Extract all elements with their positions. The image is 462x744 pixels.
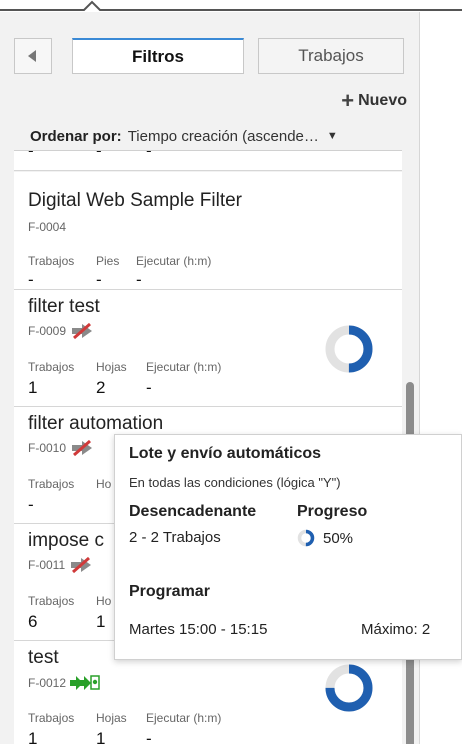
new-filter-label: Nuevo [358, 92, 407, 109]
list-item[interactable]: - - - [14, 150, 402, 171]
automation-popup: Lote y envío automáticos En todas las co… [114, 434, 462, 660]
tab-jobs[interactable]: Trabajos [258, 38, 404, 74]
tab-bar: Filtros Trabajos [14, 38, 404, 74]
popup-subtitle: En todas las condiciones (lógica "Y") [129, 475, 341, 490]
sheets-value: - [96, 150, 102, 160]
runtime-label: Ejecutar (h:m) [146, 360, 222, 374]
filter-id-text: F-0004 [28, 220, 67, 234]
sheets-value: 1 [96, 612, 106, 631]
jobs-label: Trabajos [28, 711, 75, 725]
progress-readout: 50% [297, 529, 353, 547]
jobs-value: - [28, 495, 34, 514]
max-value: Máximo: 2 [361, 621, 431, 638]
back-button[interactable] [14, 38, 52, 74]
chevron-left-icon [28, 50, 36, 62]
jobs-label: Trabajos [28, 254, 75, 268]
trigger-label: Desencadenante [129, 503, 257, 520]
jobs-value: - [28, 150, 34, 160]
filter-id: F-0009 [28, 322, 96, 340]
filter-id: F-0004 [28, 220, 66, 234]
sort-dropdown[interactable]: Ordenar por: Tiempo creación (ascende… ▼ [30, 124, 402, 148]
automation-disabled-icon [72, 439, 93, 457]
progress-donut [325, 664, 373, 712]
progress-value: 50% [323, 529, 354, 547]
progress-mini-donut [297, 529, 315, 547]
jobs-label: Trabajos [28, 360, 75, 374]
progress-donut [325, 325, 373, 373]
top-separator [0, 0, 462, 12]
automation-disabled-icon [71, 556, 92, 574]
list-item[interactable]: filter test F-0009 Trabajos Hojas Ejecut… [14, 290, 402, 407]
filter-id-text: F-0012 [28, 676, 67, 690]
sort-label: Ordenar por: [30, 127, 122, 145]
tab-filters[interactable]: Filtros [72, 38, 244, 74]
plus-icon: + [341, 88, 355, 113]
feet-label: Pies [96, 254, 120, 268]
runtime-label: Ejecutar (h:m) [146, 711, 222, 725]
sheets-value: 2 [96, 378, 106, 397]
trigger-value: 2 - 2 Trabajos [129, 529, 221, 546]
progress-label: Progreso [297, 503, 368, 520]
popup-title: Lote y envío automáticos [129, 445, 322, 462]
filter-name: filter test [28, 296, 100, 317]
runtime-value: - [146, 378, 152, 397]
filter-name: impose c [28, 530, 105, 551]
runtime-value: - [146, 729, 152, 744]
schedule-label: Programar [129, 583, 210, 600]
jobs-value: 1 [28, 729, 38, 744]
sheets-label: Hojas [96, 360, 127, 374]
filter-id-text: F-0010 [28, 441, 67, 455]
automation-enabled-icon [70, 675, 100, 690]
filter-name: test [28, 647, 59, 668]
filter-id-text: F-0011 [28, 558, 66, 572]
filter-id: F-0010 [28, 439, 96, 457]
feet-value: - [96, 270, 102, 289]
runtime-value: - [136, 270, 142, 289]
jobs-value: - [28, 270, 34, 289]
sheets-label: Hojas [96, 711, 127, 725]
filter-id: F-0011 [28, 556, 95, 574]
sheets-label: Ho [96, 594, 112, 608]
jobs-value: 6 [28, 612, 38, 631]
filter-id-text: F-0009 [28, 324, 67, 338]
filter-name: filter automation [28, 413, 164, 434]
list-item[interactable]: Digital Web Sample Filter F-0004 Trabajo… [14, 172, 402, 290]
automation-disabled-icon [72, 322, 93, 340]
caret-down-icon: ▼ [326, 130, 338, 142]
runtime-label: Ejecutar (h:m) [136, 254, 212, 268]
filter-name: Digital Web Sample Filter [28, 190, 243, 211]
schedule-value: Martes 15:00 - 15:15 [129, 621, 268, 638]
filter-id: F-0012 [28, 673, 100, 693]
sheets-value: 1 [96, 729, 106, 744]
new-filter-button[interactable]: + Nuevo [341, 88, 407, 113]
sheets-label: Ho [96, 477, 112, 491]
sort-value: Tiempo creación (ascende… [127, 127, 319, 145]
jobs-value: 1 [28, 378, 38, 397]
runtime-value: - [146, 150, 152, 160]
jobs-label: Trabajos [28, 594, 75, 608]
jobs-label: Trabajos [28, 477, 75, 491]
